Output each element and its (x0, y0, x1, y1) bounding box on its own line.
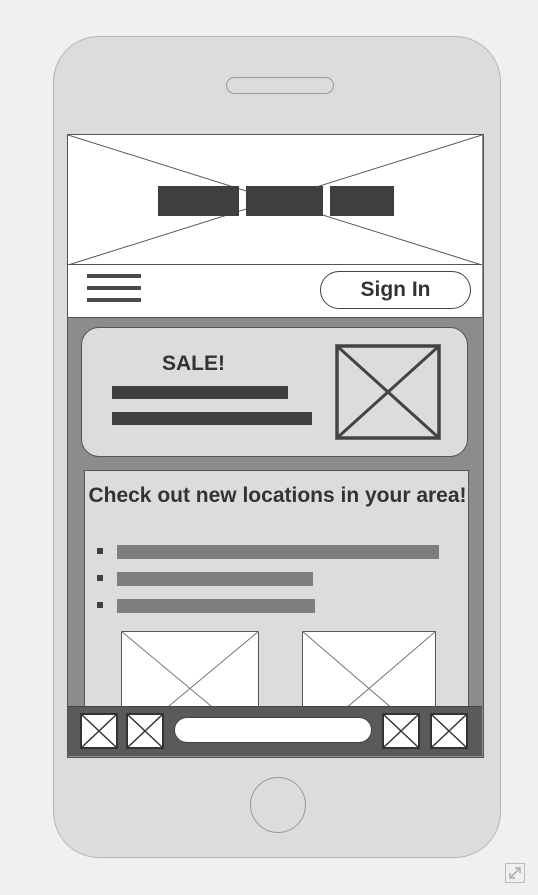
toolbar-icon-4[interactable] (430, 713, 468, 749)
expand-icon[interactable] (505, 863, 525, 883)
logo-block (246, 186, 323, 216)
search-input[interactable] (174, 717, 372, 743)
sign-in-button[interactable]: Sign In (320, 271, 471, 309)
list-item-bar (117, 572, 313, 586)
home-button[interactable] (250, 777, 306, 833)
bullet (97, 602, 103, 608)
hamburger-icon[interactable] (87, 274, 141, 306)
sale-text-line (112, 412, 312, 425)
bottom-toolbar (68, 706, 482, 756)
logo-block (158, 186, 239, 216)
toolbar-icon-3[interactable] (382, 713, 420, 749)
phone-screen: Sign In SALE! Check out new locations in… (67, 134, 484, 758)
sale-card[interactable]: SALE! (81, 327, 468, 457)
bullet (97, 548, 103, 554)
hero-banner (68, 135, 482, 265)
sale-text-line (112, 386, 288, 399)
logo-block (330, 186, 394, 216)
nav-bar: Sign In (68, 265, 482, 318)
toolbar-icon-1[interactable] (80, 713, 118, 749)
locations-card: Check out new locations in your area! (84, 470, 469, 730)
sale-title: SALE! (162, 352, 225, 375)
bullet (97, 575, 103, 581)
image-placeholder-icon (335, 344, 441, 440)
speaker-slot (226, 77, 334, 94)
locations-title: Check out new locations in your area! (88, 484, 467, 507)
list-item-bar (117, 599, 315, 613)
toolbar-icon-2[interactable] (126, 713, 164, 749)
list-item-bar (117, 545, 439, 559)
